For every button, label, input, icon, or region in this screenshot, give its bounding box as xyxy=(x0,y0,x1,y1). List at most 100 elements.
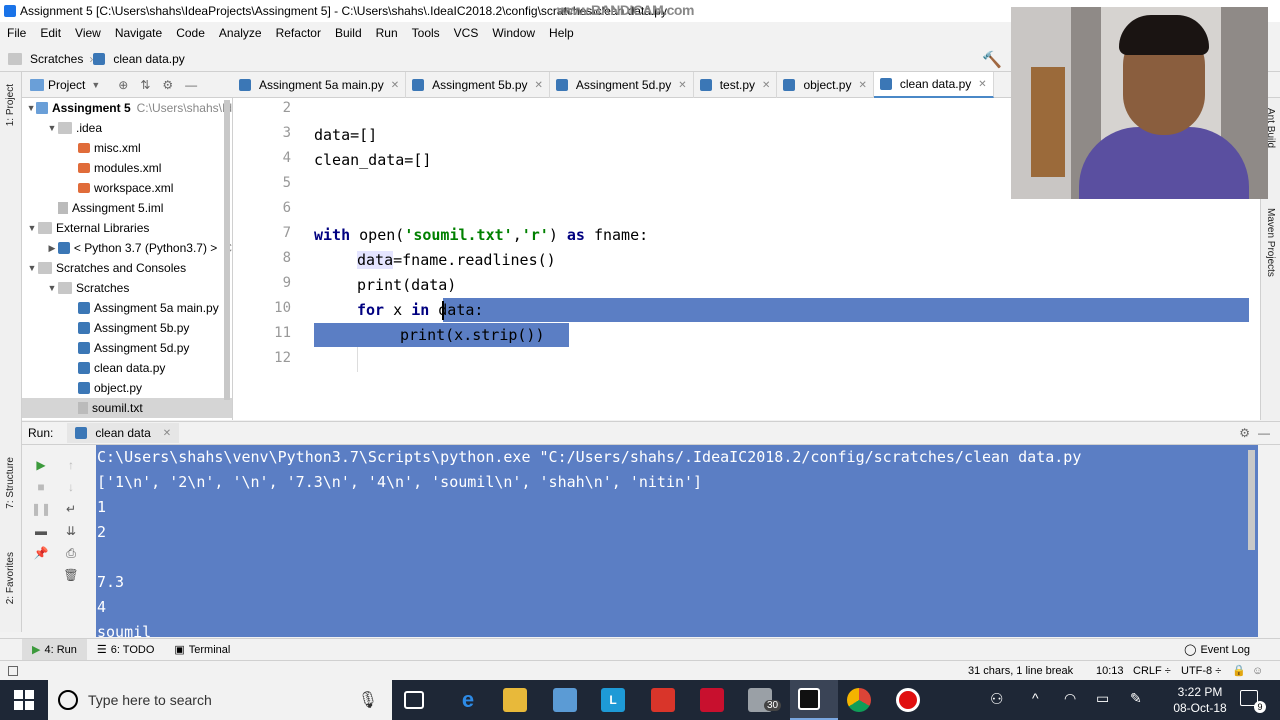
expand-arrow-icon[interactable]: ▶ xyxy=(46,243,58,254)
menu-refactor[interactable]: Refactor xyxy=(269,26,328,40)
toggle-icon[interactable] xyxy=(0,639,22,661)
menu-edit[interactable]: Edit xyxy=(33,26,68,40)
menu-help[interactable]: Help xyxy=(542,26,581,40)
hide-icon[interactable]: — xyxy=(185,78,197,92)
wifi-icon[interactable]: ◠ xyxy=(1064,690,1076,707)
expand-arrow-icon[interactable]: ▼ xyxy=(46,283,58,293)
caret-position[interactable]: 10:13 xyxy=(1096,665,1124,677)
lock-icon[interactable]: 🔒 xyxy=(1232,664,1246,677)
tree-item[interactable]: Assingment 5d.py xyxy=(22,338,232,358)
expand-arrow-icon[interactable]: ▼ xyxy=(26,103,36,113)
tree-item[interactable]: Assingment 5a main.py xyxy=(22,298,232,318)
tree-scrollbar[interactable] xyxy=(224,100,230,400)
tree-item[interactable]: Assingment 5b.py xyxy=(22,318,232,338)
event-log-button[interactable]: ◯ Event Log xyxy=(1174,643,1260,657)
windows-start-icon[interactable] xyxy=(14,690,34,710)
close-icon[interactable]: ✕ xyxy=(678,80,686,91)
close-icon[interactable]: ✕ xyxy=(978,79,986,90)
chevron-down-icon[interactable]: ▼ xyxy=(91,80,100,90)
tree-item[interactable]: ▼ .idea xyxy=(22,118,232,138)
tab-run[interactable]: ▶ 4: Run xyxy=(22,638,87,661)
menu-build[interactable]: Build xyxy=(328,26,369,40)
tree-item[interactable]: soumil.txt xyxy=(22,398,232,418)
tab-favorites[interactable]: 2: Favorites xyxy=(5,552,16,604)
gear-icon[interactable]: ⚙ xyxy=(1239,426,1250,440)
chevron-up-icon[interactable]: ^ xyxy=(1032,690,1039,706)
tree-item[interactable]: ▼ Scratches and Consoles xyxy=(22,258,232,278)
battery-icon[interactable]: ▭ xyxy=(1096,690,1109,707)
tree-item[interactable]: workspace.xml xyxy=(22,178,232,198)
line-separator[interactable]: CRLF ÷ xyxy=(1133,665,1171,677)
menu-vcs[interactable]: VCS xyxy=(447,26,486,40)
store-icon[interactable] xyxy=(553,688,577,712)
tab-maven-projects[interactable]: Maven Projects xyxy=(1265,208,1276,277)
rerun-icon[interactable]: ▶ xyxy=(33,457,49,473)
editor-tab[interactable]: test.py ✕ xyxy=(694,72,778,98)
menu-analyze[interactable]: Analyze xyxy=(212,26,269,40)
tree-item[interactable]: clean data.py xyxy=(22,358,232,378)
pause-icon[interactable]: ❚❚ xyxy=(31,501,51,517)
close-icon[interactable]: ✕ xyxy=(163,428,171,439)
file-encoding[interactable]: UTF-8 ÷ xyxy=(1181,665,1221,677)
close-icon[interactable]: ✕ xyxy=(858,80,866,91)
editor-tab[interactable]: Assingment 5a main.py ✕ xyxy=(233,72,407,98)
people-icon[interactable]: ⚇ xyxy=(990,690,1003,708)
up-arrow-icon[interactable]: ↑ xyxy=(63,457,79,473)
tab-todo[interactable]: ☰ 6: TODO xyxy=(87,643,164,657)
target-icon[interactable]: ⊕ xyxy=(118,78,128,92)
tree-item[interactable]: ▼ Scratches xyxy=(22,278,232,298)
breadcrumb-file[interactable]: clean data.py xyxy=(93,52,185,66)
taskbar-search[interactable]: Type here to search 🎙 xyxy=(48,680,392,720)
print-icon[interactable]: ⎙ xyxy=(63,545,79,561)
trash-icon[interactable]: 🗑 xyxy=(63,567,79,583)
pin-icon[interactable]: 📌 xyxy=(33,545,49,561)
menu-code[interactable]: Code xyxy=(169,26,212,40)
close-icon[interactable]: ✕ xyxy=(391,80,399,91)
tree-item[interactable]: ▼ External Libraries xyxy=(22,218,232,238)
scroll-end-icon[interactable]: ⇊ xyxy=(63,523,79,539)
console-scrollbar[interactable] xyxy=(1248,450,1255,550)
close-icon[interactable]: ✕ xyxy=(535,80,543,91)
menu-navigate[interactable]: Navigate xyxy=(108,26,169,40)
editor-tab[interactable]: Assingment 5b.py ✕ xyxy=(406,72,550,98)
menu-tools[interactable]: Tools xyxy=(405,26,447,40)
gear-icon[interactable]: ⚙ xyxy=(162,78,173,92)
tab-project[interactable]: 1: Project xyxy=(5,84,16,126)
down-arrow-icon[interactable]: ↓ xyxy=(63,479,79,495)
tree-item[interactable]: ▼ Assingment 5 C:\Users\shahs\Id xyxy=(22,98,232,118)
menu-run[interactable]: Run xyxy=(369,26,405,40)
task-view-icon[interactable] xyxy=(404,691,424,709)
microphone-icon[interactable]: 🎙 xyxy=(358,690,378,710)
minimize-icon[interactable]: — xyxy=(1258,426,1270,440)
menu-view[interactable]: View xyxy=(68,26,108,40)
build-hammer-icon[interactable]: 🔨 xyxy=(982,50,1002,70)
project-view-dropdown[interactable]: Project xyxy=(48,78,85,92)
mcafee-icon[interactable] xyxy=(700,688,724,712)
tree-item[interactable]: misc.xml xyxy=(22,138,232,158)
collapse-icon[interactable]: ⇅ xyxy=(140,78,150,92)
tree-item[interactable]: object.py xyxy=(22,378,232,398)
tab-terminal[interactable]: ▣ Terminal xyxy=(164,643,240,657)
tree-item[interactable]: ▶< Python 3.7 (Python3.7) >C xyxy=(22,238,232,258)
bandicam-icon[interactable] xyxy=(896,688,920,712)
expand-arrow-icon[interactable]: ▼ xyxy=(26,223,38,233)
intellij-icon[interactable] xyxy=(798,688,820,710)
expand-arrow-icon[interactable]: ▼ xyxy=(26,263,38,273)
editor-tab[interactable]: Assingment 5d.py ✕ xyxy=(550,72,694,98)
layout-icon[interactable]: ▬ xyxy=(33,523,49,539)
pen-icon[interactable]: ✎ xyxy=(1130,690,1142,707)
close-icon[interactable]: ✕ xyxy=(762,80,770,91)
app-red-icon[interactable] xyxy=(651,688,675,712)
clock[interactable]: 3:22 PM 08-Oct-18 xyxy=(1160,684,1240,716)
lync-icon[interactable]: L xyxy=(601,688,625,712)
breadcrumb-scratches[interactable]: Scratches xyxy=(8,52,83,66)
editor-tab[interactable]: clean data.py ✕ xyxy=(873,72,994,98)
console-output[interactable]: C:\Users\shahs\venv\Python3.7\Scripts\py… xyxy=(96,445,1258,637)
tree-item[interactable]: modules.xml xyxy=(22,158,232,178)
editor-tab[interactable]: object.py ✕ xyxy=(777,72,874,98)
inspector-icon[interactable]: ☺ xyxy=(1252,665,1263,677)
window-icon[interactable] xyxy=(8,665,18,676)
stop-icon[interactable]: ■ xyxy=(33,479,49,495)
soft-wrap-icon[interactable]: ↵ xyxy=(63,501,79,517)
expand-arrow-icon[interactable]: ▼ xyxy=(46,123,58,133)
